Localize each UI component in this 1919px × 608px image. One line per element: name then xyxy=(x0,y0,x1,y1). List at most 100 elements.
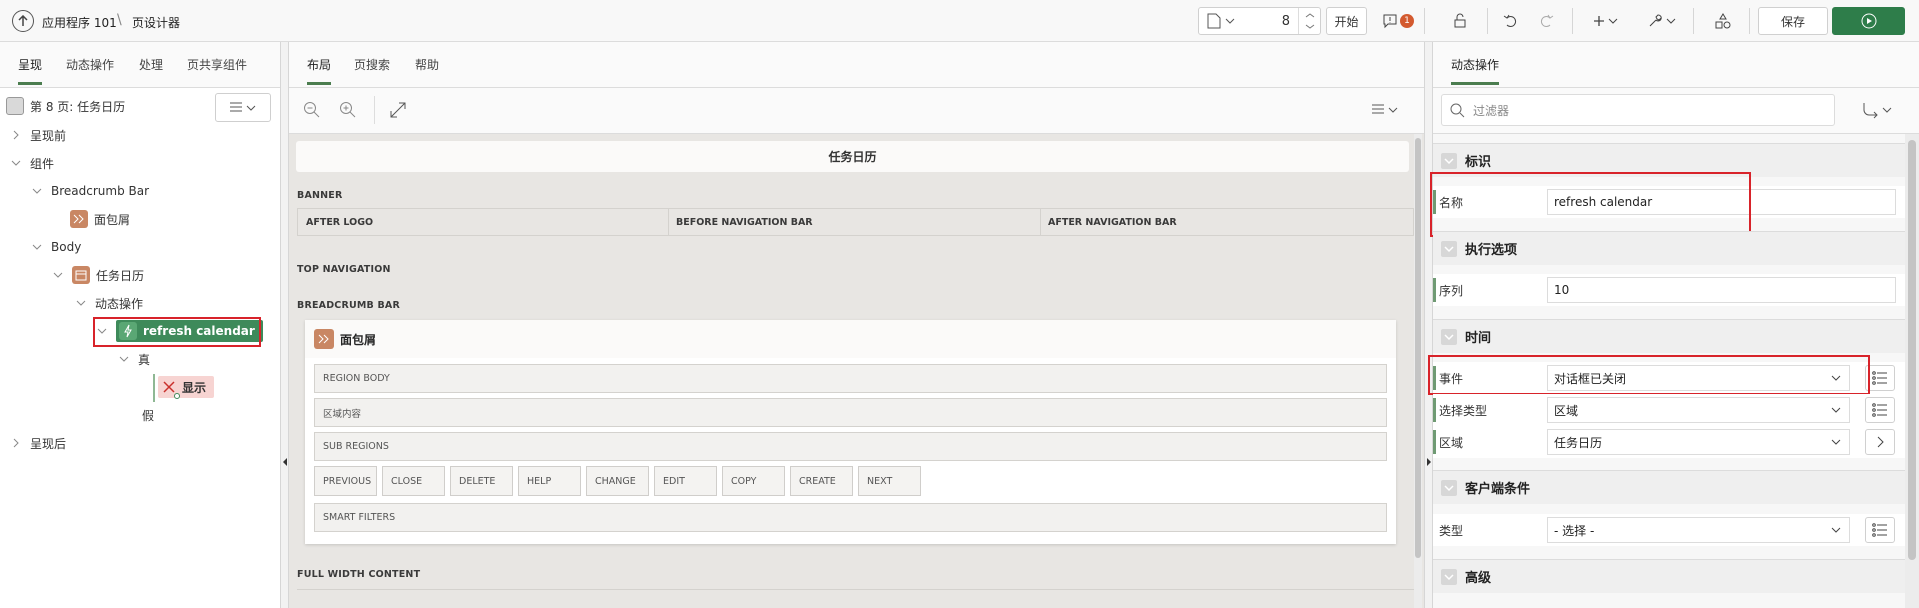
chevron-down-icon xyxy=(1831,439,1841,445)
slot-create[interactable]: CREATE xyxy=(790,466,853,496)
slot-delete[interactable]: DELETE xyxy=(450,466,513,496)
tree-breadcrumb-region[interactable]: 面包屑 xyxy=(70,208,130,230)
zoom-out-button[interactable] xyxy=(303,101,321,119)
tree-body[interactable]: Body xyxy=(31,236,81,258)
type-select[interactable]: - 选择 - xyxy=(1547,517,1850,543)
tree-label: 真 xyxy=(138,352,151,367)
slot-edit[interactable]: EDIT xyxy=(654,466,717,496)
go-to-group-button[interactable] xyxy=(1861,101,1893,119)
expand-button[interactable] xyxy=(390,102,406,118)
utilities-menu-button[interactable] xyxy=(1640,7,1682,35)
tree-breadcrumb-bar[interactable]: Breadcrumb Bar xyxy=(31,180,149,202)
slot-region-content[interactable]: 区域内容 xyxy=(314,398,1387,427)
tree-dynamic-actions[interactable]: 动态操作 xyxy=(75,292,143,314)
tab-dynamic-action-properties[interactable]: 动态操作 xyxy=(1451,56,1500,85)
play-icon xyxy=(1861,13,1876,29)
property-scrollbar[interactable] xyxy=(1905,134,1919,608)
undo-button[interactable] xyxy=(1497,7,1525,35)
tree-menu-button[interactable] xyxy=(215,93,271,122)
type-list-button[interactable] xyxy=(1865,517,1895,543)
property-type: 类型 - 选择 - xyxy=(1433,514,1905,546)
slot-sub-regions[interactable]: SUB REGIONS xyxy=(314,432,1387,461)
tab-page-search[interactable]: 页搜索 xyxy=(354,56,390,82)
tree-show-action[interactable]: 显示 xyxy=(158,376,215,399)
slot-copy[interactable]: COPY xyxy=(722,466,785,496)
save-button[interactable]: 保存 xyxy=(1758,7,1828,35)
region-select[interactable]: 任务日历 xyxy=(1547,429,1850,455)
tab-layout[interactable]: 布局 xyxy=(307,56,332,85)
filter-input[interactable]: 过滤器 xyxy=(1441,94,1835,126)
section-title: 标识 xyxy=(1465,155,1492,170)
slot-smart-filters[interactable]: SMART FILTERS xyxy=(314,503,1387,532)
zoom-out-icon xyxy=(304,102,320,118)
position-top-nav[interactable]: TOP NAVIGATION xyxy=(297,264,1414,275)
selection-type-select[interactable]: 区域 xyxy=(1547,397,1850,423)
undo-icon xyxy=(1503,14,1516,27)
add-menu-button[interactable] xyxy=(1585,7,1625,35)
tree-true-branch[interactable]: 真 xyxy=(118,348,150,370)
page-selector[interactable]: 8 xyxy=(1198,7,1321,35)
plus-icon xyxy=(1593,16,1604,26)
slot-region-body[interactable]: REGION BODY xyxy=(314,364,1387,393)
page-stepper[interactable] xyxy=(1298,8,1320,34)
go-to-region-button[interactable] xyxy=(1865,429,1895,455)
tree-calendar-region[interactable]: 任务日历 xyxy=(52,264,144,286)
sequence-input[interactable]: 10 xyxy=(1547,277,1896,303)
lock-button[interactable] xyxy=(1445,7,1475,35)
start-button[interactable]: 开始 xyxy=(1326,7,1367,35)
tree-before-render[interactable]: 呈现前 xyxy=(10,124,66,146)
tab-shared-components[interactable]: 页共享组件 xyxy=(187,56,247,82)
position-breadcrumb-bar[interactable]: BREADCRUMB BAR xyxy=(297,300,1414,311)
tab-rendering[interactable]: 呈现 xyxy=(18,56,43,85)
tree-after-render[interactable]: 呈现后 xyxy=(10,432,66,454)
selection-type-list-button[interactable] xyxy=(1865,397,1895,423)
left-splitter[interactable] xyxy=(281,42,289,608)
menu-icon xyxy=(230,102,256,111)
right-splitter[interactable] xyxy=(1424,42,1433,608)
run-button[interactable] xyxy=(1832,7,1905,35)
page-node[interactable]: 第 8 页: 任务日历 xyxy=(6,95,125,117)
page-title-bar[interactable]: 任务日历 xyxy=(296,141,1409,172)
position-after-logo[interactable]: AFTER LOGO xyxy=(306,217,373,228)
breadcrumb-region[interactable]: 面包屑 REGION BODY 区域内容 SUB REGIONS PREVIOU… xyxy=(305,320,1396,544)
tab-help[interactable]: 帮助 xyxy=(415,56,439,82)
slot-change[interactable]: CHANGE xyxy=(586,466,649,496)
messages-button[interactable]: 1 xyxy=(1381,7,1415,35)
position-before-nav[interactable]: BEFORE NAVIGATION BAR xyxy=(676,217,813,228)
zoom-in-button[interactable] xyxy=(339,101,357,119)
page-icon xyxy=(1207,13,1221,29)
property-label: 选择类型 xyxy=(1439,403,1488,418)
position-after-nav[interactable]: AFTER NAVIGATION BAR xyxy=(1048,217,1177,228)
slot-help[interactable]: HELP xyxy=(518,466,581,496)
canvas-scrollbar[interactable] xyxy=(1414,134,1422,608)
section-execution[interactable]: 执行选项 xyxy=(1433,231,1905,265)
chevron-right-icon xyxy=(1877,436,1884,448)
tree-components[interactable]: 组件 xyxy=(10,152,54,174)
tab-dynamic-actions[interactable]: 动态操作 xyxy=(66,56,114,82)
redo-button[interactable] xyxy=(1532,7,1560,35)
tab-processing[interactable]: 处理 xyxy=(139,56,163,82)
page-number-input[interactable]: 8 xyxy=(1282,14,1290,29)
slot-close[interactable]: CLOSE xyxy=(382,466,445,496)
up-arrow-icon[interactable] xyxy=(12,10,34,32)
tree-false-branch[interactable]: 假 xyxy=(142,404,154,426)
section-advanced[interactable]: 高级 xyxy=(1433,559,1905,593)
button-positions: PREVIOUS CLOSE DELETE HELP CHANGE EDIT C… xyxy=(314,466,1387,496)
chevron-down-icon xyxy=(11,160,21,166)
chevron-down-icon xyxy=(1666,18,1675,24)
breadcrumb-app[interactable]: 应用程序 101 xyxy=(42,14,117,31)
section-title: 客户端条件 xyxy=(1465,482,1531,497)
section-client-condition[interactable]: 客户端条件 xyxy=(1433,470,1905,504)
shared-components-button[interactable] xyxy=(1708,7,1738,35)
layout-menu-button[interactable] xyxy=(1371,103,1399,117)
position-banner[interactable]: BANNER xyxy=(297,190,1414,201)
list-icon xyxy=(1872,403,1887,417)
menu-icon xyxy=(1372,104,1398,114)
chevron-down-icon xyxy=(1225,18,1235,24)
chevron-down-icon xyxy=(32,188,42,194)
page-icon xyxy=(6,97,24,115)
slot-previous[interactable]: PREVIOUS xyxy=(314,466,377,496)
slot-next[interactable]: NEXT xyxy=(858,466,921,496)
section-when[interactable]: 时间 xyxy=(1433,319,1905,353)
position-full-width[interactable]: FULL WIDTH CONTENT xyxy=(297,569,1414,580)
